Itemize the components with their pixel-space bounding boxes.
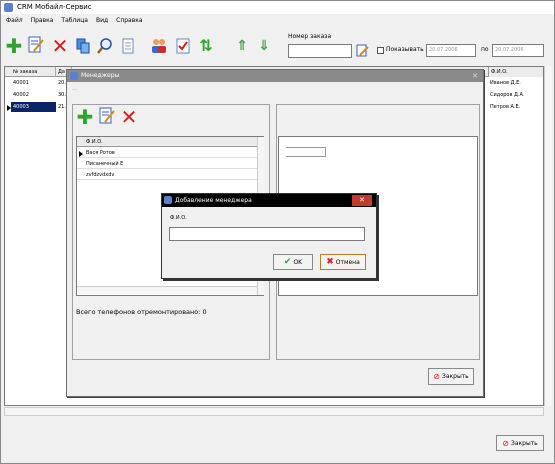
managers-window-title: Менеджеры — [81, 72, 120, 79]
order-number-input[interactable] — [288, 44, 352, 58]
document-icon[interactable] — [119, 37, 137, 55]
find-icon[interactable] — [96, 37, 114, 55]
managers-list-header[interactable]: Ф.И.О. — [77, 137, 257, 147]
managers-subtitle: ... — [72, 86, 77, 92]
cancel-button-label: Отмена — [335, 258, 360, 266]
order-number-label: Номер заказа — [288, 33, 332, 40]
dialog-title: Добавление менеджера — [175, 197, 252, 204]
close-icon: ⊘ — [433, 372, 440, 381]
menu-bar: Файл Правка Таблица Вид Справка — [1, 15, 554, 26]
show-from-label: Показывать с — [386, 46, 429, 53]
current-row-arrow-icon — [79, 151, 83, 157]
checklist-icon[interactable] — [174, 37, 192, 55]
list-item[interactable]: Вася Ротов — [77, 148, 257, 158]
managers-horizontal-scrollbar[interactable] — [77, 286, 257, 294]
date-to-label: по — [481, 46, 489, 53]
date-from-field[interactable]: 20.07.2006 — [426, 44, 476, 57]
close-icon: ⊘ — [502, 438, 509, 448]
manager-name: Вася Ротов — [86, 150, 115, 156]
ok-button[interactable]: ✔ OK — [273, 254, 313, 270]
managers-title-bar: Менеджеры — [67, 70, 483, 82]
menu-edit[interactable]: Правка — [31, 15, 54, 26]
fio-cell: Сидоров Д.А. — [490, 92, 525, 98]
order-number-cell: 40003 — [11, 102, 56, 112]
app-icon — [4, 3, 13, 12]
add-manager-icon[interactable]: ✚ — [76, 107, 94, 127]
managers-close-button[interactable]: ⊘ Закрыть — [428, 368, 474, 385]
col-order-number[interactable]: № заказа — [11, 67, 56, 77]
managers-close-x-icon[interactable]: ✕ — [470, 71, 480, 81]
go-icon[interactable] — [356, 44, 369, 57]
main-title-bar: CRM Мобайл-Сервис — [1, 1, 554, 14]
fio-input[interactable] — [169, 227, 365, 241]
orders-horizontal-scrollbar[interactable] — [4, 407, 544, 416]
down-icon[interactable]: ⇓ — [255, 37, 273, 55]
menu-help[interactable]: Справка — [116, 15, 142, 26]
dialog-close-icon[interactable]: ✕ — [352, 195, 372, 206]
copy-icon[interactable] — [74, 37, 92, 55]
users-icon[interactable] — [150, 37, 168, 55]
up-icon[interactable]: ⇑ — [233, 37, 251, 55]
col-fio[interactable]: Ф.И.О. — [488, 67, 543, 77]
edit-manager-icon[interactable] — [98, 107, 116, 125]
fio-cell: Иванов Д.Е. — [490, 80, 521, 86]
manager-name: zvfdzvdxdv — [86, 172, 115, 178]
fio-field-label: Ф.И.О. — [170, 215, 187, 221]
dialog-title-bar: Добавление менеджера — [162, 194, 376, 207]
sort-icon[interactable]: ⇅ — [197, 37, 215, 55]
date-to-field[interactable]: 20.07.2006 — [492, 44, 544, 57]
main-close-button[interactable]: ⊘ Закрыть — [496, 435, 544, 451]
repaired-phones-status: Всего телефонов отремонтировано: 0 — [76, 308, 207, 316]
ok-button-label: OK — [293, 258, 303, 266]
main-close-label: Закрыть — [510, 439, 538, 447]
fio-cell: Петров А.Е. — [490, 104, 521, 110]
delete-manager-icon[interactable]: ✕ — [120, 107, 138, 127]
managers-close-label: Закрыть — [441, 373, 469, 380]
orders-vertical-scrollbar[interactable] — [544, 66, 552, 406]
manager-name: Писанечный Е — [86, 161, 124, 167]
menu-view[interactable]: Вид — [96, 15, 108, 26]
app-icon — [70, 72, 78, 80]
edit-icon[interactable] — [27, 36, 45, 54]
menu-table[interactable]: Таблица — [61, 15, 88, 26]
cancel-button[interactable]: ✖ Отмена — [320, 254, 366, 270]
add-icon[interactable]: ✚ — [5, 36, 23, 56]
show-from-checkbox[interactable] — [377, 47, 384, 54]
order-number-cell: 40002 — [13, 92, 29, 98]
delete-icon[interactable]: ✕ — [51, 36, 69, 56]
details-cell — [286, 147, 326, 157]
main-window-title: CRM Мобайл-Сервис — [17, 3, 92, 11]
list-item[interactable]: zvfdzvdxdv — [77, 170, 257, 180]
checkmark-icon: ✔ — [283, 257, 292, 267]
order-number-cell: 40001 — [13, 80, 29, 86]
menu-file[interactable]: Файл — [6, 15, 23, 26]
app-icon — [164, 196, 172, 204]
cancel-icon: ✖ — [326, 257, 334, 267]
list-item[interactable]: Писанечный Е — [77, 159, 257, 169]
